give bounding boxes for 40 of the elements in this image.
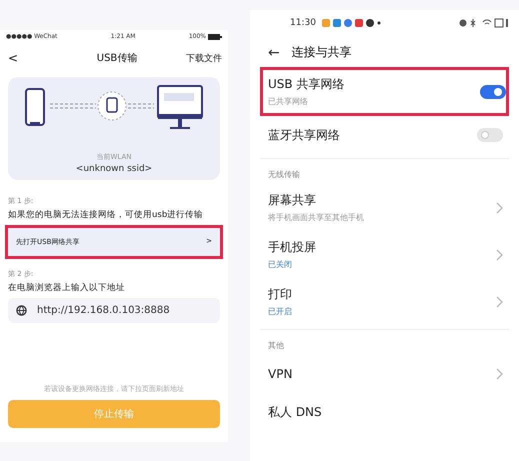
chevron-right-icon [496, 296, 503, 308]
setting-subtitle: 将手机画面共享至其他手机 [268, 212, 364, 223]
battery-icon [208, 34, 222, 40]
setting-subtitle: 已开启 [268, 306, 292, 317]
setting-subtitle: 已关闭 [268, 259, 293, 270]
settings-row[interactable]: VPN [260, 355, 509, 393]
settings-row[interactable]: 打印 已开启 [260, 278, 509, 325]
settings-row[interactable]: 手机投屏 已关闭 [260, 231, 509, 278]
chevron-right-icon [496, 368, 503, 380]
system-icons-drawing [459, 18, 509, 28]
chevron-right-icon [496, 202, 503, 214]
setting-subtitle: 已共享网络 [268, 96, 309, 107]
setting-title: 打印 [268, 286, 292, 303]
setting-title: 私人 DNS [268, 404, 322, 420]
chevron-right-icon [496, 248, 503, 260]
settings-row[interactable]: USB 共享网络 已共享网络 [260, 67, 509, 116]
section-header: 其他 [267, 340, 285, 352]
toggle-switch[interactable] [480, 84, 506, 98]
toggle-switch[interactable] [477, 128, 503, 142]
section-header: 无线传输 [267, 169, 301, 181]
address-field[interactable]: http://192.168.0.103:8888 [8, 298, 220, 323]
download-files-link[interactable]: 下载文件 [186, 52, 222, 64]
setting-title: 屏幕共享 [268, 192, 317, 209]
setting-title: 蓝牙共享网络 [268, 126, 340, 144]
globe-icon [16, 305, 27, 316]
setting-title: VPN [268, 367, 292, 381]
settings-row[interactable]: 私人 DNS [260, 393, 509, 431]
settings-row[interactable]: 蓝牙共享网络 [260, 116, 509, 154]
settings-row[interactable]: 屏幕共享 将手机画面共享至其他手机 [260, 184, 509, 231]
back-button[interactable]: ← [268, 44, 280, 60]
setting-title: USB 共享网络 [268, 76, 344, 93]
setting-title: 手机投屏 [268, 239, 316, 256]
step-instruction: 在电脑浏览器上输入以下地址 [8, 282, 126, 294]
back-button[interactable]: < [8, 51, 18, 65]
ssid-text: <unknown ssid> [76, 164, 152, 174]
page-title: 连接与共享 [292, 44, 352, 61]
step-instruction: 如果您的电脑无法连接网络，可使用usb进行传输 [8, 209, 204, 221]
page-title: USB传输 [96, 52, 138, 65]
time-text: 11:30 [290, 18, 316, 28]
notification-icons-drawing [322, 18, 382, 28]
